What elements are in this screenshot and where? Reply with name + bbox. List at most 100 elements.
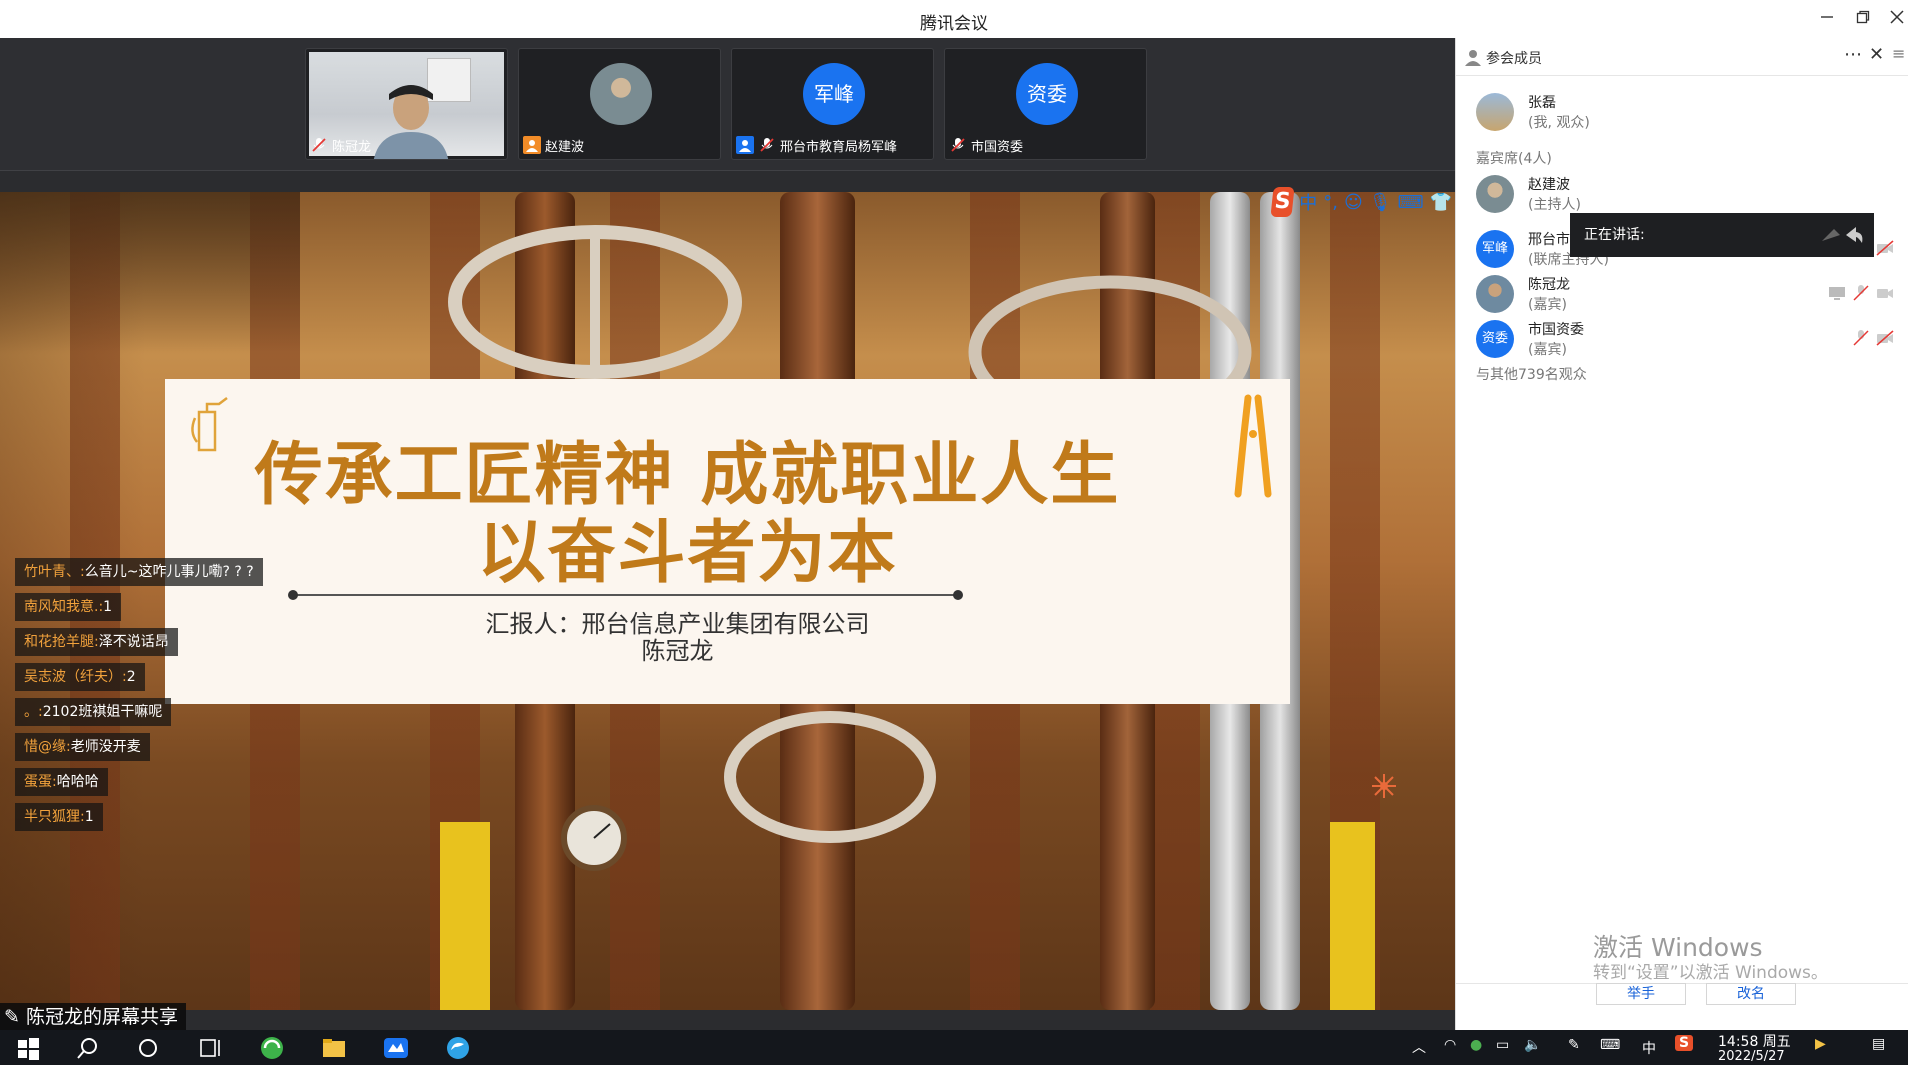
member-name: 张磊 <box>1528 95 1556 111</box>
more-icon[interactable]: ⋯ <box>1844 44 1862 65</box>
emoji-icon[interactable]: ☺ <box>1344 192 1363 213</box>
member-role: (嘉宾) <box>1528 297 1567 313</box>
file-explorer-icon[interactable] <box>320 1034 348 1062</box>
chat-message: 竹叶青、:么音儿~这咋儿事儿嘞? ? ? <box>15 558 263 586</box>
valve-wheel-graphic <box>448 225 742 379</box>
ime-mode[interactable]: 中 <box>1299 189 1317 215</box>
tile-footer: 市国资委 <box>945 131 1146 159</box>
video-tile[interactable]: 陈冠龙 <box>305 48 508 160</box>
member-role: (主持人) <box>1528 197 1581 213</box>
chat-message: 南风知我意.:1 <box>15 593 122 621</box>
tile-footer: 陈冠龙 <box>306 131 507 159</box>
member-row[interactable]: 赵建波 (主持人) <box>1476 172 1896 216</box>
close-panel-icon[interactable]: ✕ <box>1869 44 1884 65</box>
participant-name: 赵建波 <box>545 139 585 155</box>
slide-card: 传承工匠精神 成就职业人生 以奋斗者为本 汇报人：邢台信息产业集团有限公司 陈冠… <box>165 379 1290 704</box>
member-role: (我, 观众) <box>1528 115 1590 131</box>
ime-toolbar[interactable]: S 中 °, ☺ 🎙 ⌨ 👕 ▦ <box>1270 185 1475 219</box>
slide-divider-line <box>293 594 958 596</box>
participant-name: 邢台市教育局杨军峰 <box>780 139 898 155</box>
participant-name: 陈冠龙 <box>332 139 372 155</box>
close-icon[interactable] <box>1884 6 1908 32</box>
ime-punct[interactable]: °, <box>1323 192 1338 213</box>
slide-reporter-name: 陈冠龙 <box>641 637 714 665</box>
line-dot <box>953 590 963 600</box>
chat-message: 半只狐狸:1 <box>15 803 103 831</box>
tray-app-icon[interactable]: ● <box>1470 1037 1482 1053</box>
rename-button[interactable]: 改名 <box>1706 983 1796 1005</box>
speaking-arrow-icon <box>1822 227 1863 243</box>
tencent-meeting-icon[interactable] <box>382 1034 410 1062</box>
browser-360-icon[interactable] <box>258 1034 286 1062</box>
mic-icon[interactable]: 🎙 <box>1369 192 1392 213</box>
user-icon <box>1465 50 1481 66</box>
mic-muted-icon <box>949 136 967 154</box>
ime-indicator[interactable]: 中 <box>1642 1038 1656 1058</box>
wifi-icon[interactable]: ◠ <box>1444 1037 1456 1053</box>
avatar: 军峰 <box>1476 230 1514 268</box>
video-tile[interactable]: 军峰 邢台市教育局杨军峰 <box>731 48 934 160</box>
clock-time[interactable]: 14:58 周五 <box>1718 1031 1791 1051</box>
shared-screen: 传承工匠精神 成就职业人生 以奋斗者为本 汇报人：邢台信息产业集团有限公司 陈冠… <box>0 192 1455 1010</box>
valve-wheel-graphic <box>724 711 936 843</box>
skin-icon[interactable]: 👕 <box>1430 192 1452 213</box>
video-app-icon[interactable]: ▶ <box>1815 1036 1826 1052</box>
member-self[interactable]: 张磊 (我, 观众) <box>1476 90 1896 134</box>
mic-muted-icon[interactable] <box>1852 284 1870 302</box>
panel-header: 参会成员 ⋯ ✕ ≡ <box>1456 38 1908 76</box>
chat-message: 和花抢羊腿:泽不说话昂 <box>15 628 178 656</box>
flower-icon[interactable] <box>1370 772 1398 800</box>
audience-count[interactable]: 与其他739名观众 <box>1476 364 1587 384</box>
participant-avatar: 资委 <box>1016 63 1078 125</box>
avatar <box>1476 175 1514 213</box>
camera-off-icon[interactable] <box>1876 329 1894 347</box>
search-icon[interactable] <box>74 1034 102 1062</box>
menu-icon[interactable]: ≡ <box>1892 44 1905 63</box>
tray-chevron-icon[interactable]: ︿ <box>1412 1037 1426 1057</box>
video-tile[interactable]: 资委 市国资委 <box>944 48 1147 160</box>
restore-icon[interactable] <box>1850 6 1876 32</box>
member-name: 赵建波 <box>1528 177 1570 193</box>
line-dot <box>288 590 298 600</box>
volume-icon[interactable]: 🔈 <box>1524 1037 1541 1053</box>
battery-icon[interactable]: ▭ <box>1496 1037 1509 1053</box>
touch-keyboard-icon[interactable]: ⌨ <box>1600 1037 1620 1053</box>
taskbar: ︿ ◠ ● ▭ 🔈 ✎ ⌨ 中 S 14:58 周五 2022/5/27 ▶ ▤ <box>0 1030 1908 1065</box>
camera-off-icon[interactable] <box>1876 239 1894 257</box>
member-role: (嘉宾) <box>1528 342 1567 358</box>
tile-footer: 邢台市教育局杨军峰 <box>732 131 933 159</box>
raise-hand-button[interactable]: 举手 <box>1596 983 1686 1005</box>
screen-share-icon[interactable] <box>1828 284 1846 302</box>
mic-muted-icon <box>758 136 776 154</box>
member-name: 陈冠龙 <box>1528 277 1570 293</box>
edge-browser-icon[interactable] <box>444 1034 472 1062</box>
mic-muted-icon[interactable] <box>1852 329 1870 347</box>
participant-photo <box>590 63 652 125</box>
pen-icon[interactable]: ✎ <box>1568 1037 1580 1053</box>
clock-date[interactable]: 2022/5/27 <box>1718 1049 1785 1064</box>
speaking-indicator: 正在讲话: <box>1570 213 1874 257</box>
keyboard-icon[interactable]: ⌨ <box>1398 192 1424 213</box>
video-strip: 陈冠龙 赵建波 军峰 邢台市教育局杨军峰 资委 市国资委 <box>0 38 1455 170</box>
task-view-icon[interactable] <box>196 1034 224 1062</box>
camera-icon[interactable] <box>1876 284 1894 302</box>
roof-graphic <box>0 192 300 352</box>
activate-windows-sub: 转到“设置”以激活 Windows。 <box>1593 963 1828 983</box>
sogou-tray-icon[interactable]: S <box>1675 1035 1694 1051</box>
notification-icon[interactable]: ▤ <box>1872 1036 1885 1052</box>
video-tile[interactable]: 赵建波 <box>518 48 721 160</box>
member-row[interactable]: 资委 市国资委 (嘉宾) <box>1476 317 1896 361</box>
minimize-icon[interactable] <box>1814 6 1840 32</box>
share-mic-icon: ✎ <box>4 1006 20 1028</box>
windows-start-icon[interactable] <box>14 1034 42 1062</box>
member-name: 邢台市 <box>1528 232 1570 248</box>
yellow-post-graphic <box>440 822 490 1010</box>
sogou-logo-icon[interactable]: S <box>1270 187 1295 217</box>
slide-title-line2: 以奋斗者为本 <box>477 514 898 593</box>
panel-title: 参会成员 <box>1486 51 1542 67</box>
member-name: 市国资委 <box>1528 322 1584 338</box>
cortana-icon[interactable] <box>134 1034 162 1062</box>
chat-message: 。:2102班褀姐干嘛呢 <box>15 698 172 726</box>
title-bar: 腾讯会议 <box>0 0 1908 38</box>
member-row[interactable]: 陈冠龙 (嘉宾) <box>1476 272 1896 316</box>
